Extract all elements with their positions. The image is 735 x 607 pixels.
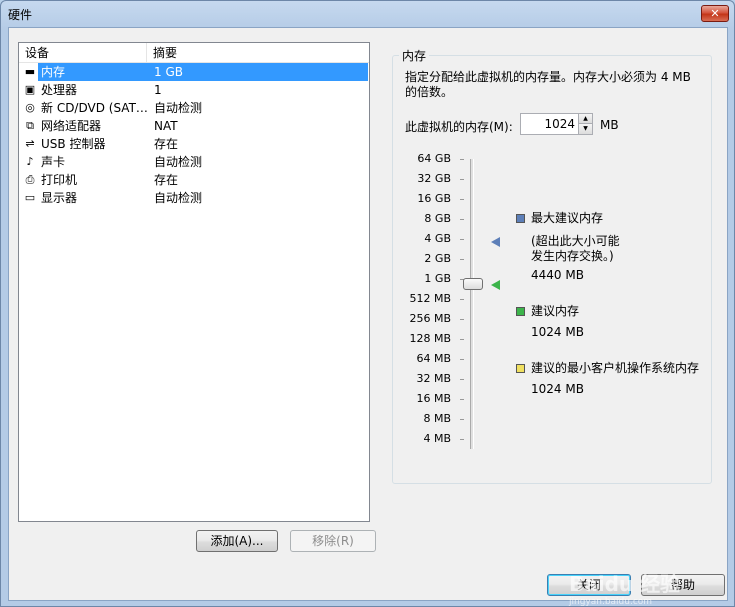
scale-tick xyxy=(460,359,464,360)
add-button[interactable]: 添加(A)... xyxy=(196,530,278,552)
device-list[interactable]: 设备 摘要 ▬ 内存 1 GB ▣ 处理器 1 ◎ 新 CD/DVD (SAT… 自动检测 ⧉ 网络… xyxy=(18,42,370,522)
scale-label: 16 MB xyxy=(416,392,451,405)
spin-up-icon[interactable]: ▲ xyxy=(578,114,592,124)
device-row[interactable]: ▭ 显示器 自动检测 xyxy=(19,189,369,207)
recommended-label: 建议内存 xyxy=(531,304,580,318)
scale-tick xyxy=(460,259,464,260)
remove-button[interactable]: 移除(R) xyxy=(290,530,376,552)
scale-tick xyxy=(460,159,464,160)
device-row[interactable]: ♪ 声卡 自动检测 xyxy=(19,153,369,171)
scale-tick xyxy=(460,399,464,400)
device-row[interactable]: ⎙ 打印机 存在 xyxy=(19,171,369,189)
max-recommended-marker-icon xyxy=(491,237,500,247)
memory-value[interactable]: 1024 xyxy=(544,117,575,131)
list-header: 设备 摘要 xyxy=(19,43,369,63)
scale-label: 8 GB xyxy=(424,212,451,225)
min-guest-value: 1024 MB xyxy=(531,382,584,396)
scale-label: 32 GB xyxy=(417,172,451,185)
display-icon: ▭ xyxy=(24,191,36,204)
device-name: 声卡 xyxy=(41,155,66,169)
device-row[interactable]: ▬ 内存 1 GB xyxy=(19,63,369,81)
dialog-body: 设备 摘要 ▬ 内存 1 GB ▣ 处理器 1 ◎ 新 CD/DVD (SAT… 自动检测 ⧉ 网络… xyxy=(8,27,728,607)
scale-tick xyxy=(460,319,464,320)
device-name: 处理器 xyxy=(41,83,78,97)
device-summary: 自动检测 xyxy=(154,191,203,205)
device-name: 网络适配器 xyxy=(41,119,102,133)
scale-tick xyxy=(460,239,464,240)
printer-icon: ⎙ xyxy=(25,173,35,186)
recommended-legend-icon xyxy=(516,307,525,316)
scale-label: 16 GB xyxy=(417,192,451,205)
recommended-marker-icon xyxy=(491,280,500,290)
device-summary: NAT xyxy=(154,119,178,133)
title-bar: 硬件 ✕ xyxy=(1,1,734,27)
scale-label: 4 MB xyxy=(423,432,451,445)
memory-description: 指定分配给此虚拟机的内存量。内存大小必须为 4 MB 的倍数。 xyxy=(405,70,691,99)
device-summary: 自动检测 xyxy=(154,155,203,169)
device-summary: 1 xyxy=(154,83,162,97)
device-row[interactable]: ⧉ 网络适配器 NAT xyxy=(19,117,369,135)
column-header-summary[interactable]: 摘要 xyxy=(147,43,369,63)
scale-label: 512 MB xyxy=(409,292,451,305)
device-name: USB 控制器 xyxy=(41,137,106,151)
max-recommended-label: 最大建议内存 xyxy=(531,211,604,225)
device-summary: 存在 xyxy=(154,137,179,151)
scale-tick xyxy=(460,439,464,440)
sound-card-icon: ♪ xyxy=(26,155,34,168)
max-recommended-legend-icon xyxy=(516,214,525,223)
memory-icon: ▬ xyxy=(24,65,36,78)
window-title: 硬件 xyxy=(8,8,33,22)
device-name: 内存 xyxy=(41,65,66,79)
scale-label: 128 MB xyxy=(409,332,451,345)
usb-controller-icon: ⇌ xyxy=(25,137,35,150)
scale-label: 64 GB xyxy=(417,152,451,165)
memory-slider-track[interactable] xyxy=(470,159,474,449)
scale-label: 32 MB xyxy=(416,372,451,385)
device-name: 打印机 xyxy=(41,173,78,187)
device-row[interactable]: ▣ 处理器 1 xyxy=(19,81,369,99)
device-row[interactable]: ⇌ USB 控制器 存在 xyxy=(19,135,369,153)
scale-tick xyxy=(460,179,464,180)
device-summary: 1 GB xyxy=(154,65,183,79)
memory-group-title: 内存 xyxy=(399,47,430,64)
max-recommended-note-2: 发生内存交换。) xyxy=(531,249,614,263)
hardware-dialog: 硬件 ✕ 设备 摘要 ▬ 内存 1 GB ▣ 处理器 1 ◎ 新 CD/DVD (SAT… 自动… xyxy=(0,0,735,607)
memory-field-label: 此虚拟机的内存(M): xyxy=(405,120,513,134)
processor-icon: ▣ xyxy=(24,83,36,96)
scale-label: 8 MB xyxy=(423,412,451,425)
device-rows: ▬ 内存 1 GB ▣ 处理器 1 ◎ 新 CD/DVD (SAT… 自动检测 ⧉ 网络适配器 NAT… xyxy=(19,63,369,207)
device-name: 显示器 xyxy=(41,191,78,205)
scale-tick xyxy=(460,299,464,300)
device-name: 新 CD/DVD (SAT… xyxy=(41,101,148,115)
max-recommended-value: 4440 MB xyxy=(531,268,584,282)
device-row[interactable]: ◎ 新 CD/DVD (SAT… 自动检测 xyxy=(19,99,369,117)
spin-down-icon[interactable]: ▼ xyxy=(578,124,592,134)
max-recommended-note-1: (超出此大小可能 xyxy=(531,234,620,248)
scale-label: 64 MB xyxy=(416,352,451,365)
scale-tick xyxy=(460,199,464,200)
scale-tick xyxy=(460,339,464,340)
cd-dvd-icon: ◎ xyxy=(25,101,35,114)
min-guest-label: 建议的最小客户机操作系统内存 xyxy=(531,361,700,375)
scale-label: 4 GB xyxy=(424,232,451,245)
column-header-device[interactable]: 设备 xyxy=(19,43,147,63)
device-summary: 自动检测 xyxy=(154,101,203,115)
recommended-value: 1024 MB xyxy=(531,325,584,339)
min-guest-legend-icon xyxy=(516,364,525,373)
scale-tick xyxy=(460,219,464,220)
memory-slider-thumb[interactable] xyxy=(463,278,483,290)
scale-tick xyxy=(460,419,464,420)
memory-group: 内存 指定分配给此虚拟机的内存量。内存大小必须为 4 MB 的倍数。 此虚拟机的… xyxy=(392,47,712,484)
scale-label: 1 GB xyxy=(424,272,451,285)
scale-label: 2 GB xyxy=(424,252,451,265)
scale-tick xyxy=(460,379,464,380)
close-window-button[interactable]: ✕ xyxy=(701,5,729,22)
scale-label: 256 MB xyxy=(409,312,451,325)
watermark-logo: Baidu 经验 jingyan.baidu.com xyxy=(569,572,681,607)
network-adapter-icon: ⧉ xyxy=(26,119,34,132)
memory-unit: MB xyxy=(600,118,619,132)
memory-spinbox[interactable]: 1024 ▲ ▼ xyxy=(520,113,593,135)
device-summary: 存在 xyxy=(154,173,179,187)
